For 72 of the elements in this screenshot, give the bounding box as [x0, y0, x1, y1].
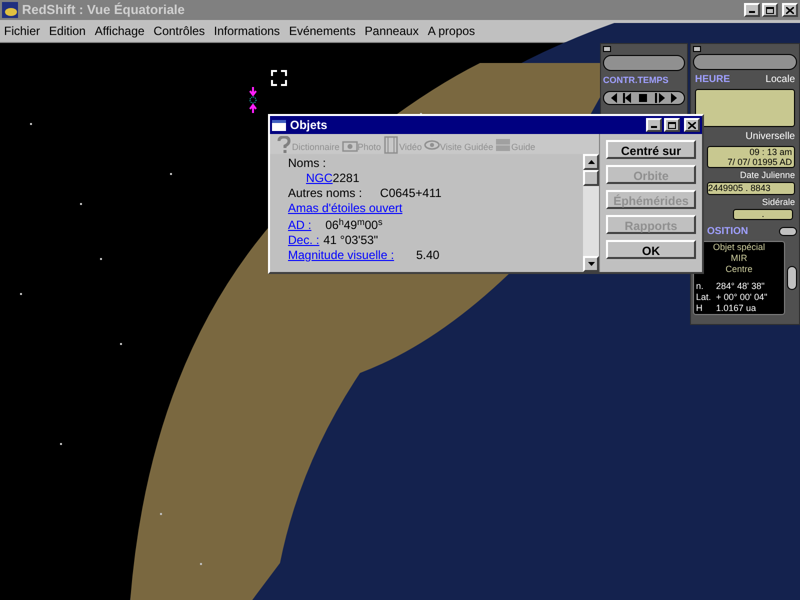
object-type-link[interactable]: Amas d'étoiles ouvert [288, 201, 402, 216]
mode-buttons[interactable] [603, 55, 685, 71]
names-label: Noms : [288, 156, 328, 171]
close-icon [688, 122, 696, 128]
scroll-up-button[interactable] [583, 154, 599, 170]
dec-link[interactable]: Dec. : [288, 233, 320, 248]
dialog-title: Objets [290, 117, 328, 134]
sidereal-label: Sidérale [760, 197, 796, 207]
sidereal-time-display: . [733, 209, 793, 220]
ra-link[interactable]: AD : [288, 218, 312, 233]
panel-title: HEURE [695, 73, 730, 87]
close-icon [786, 6, 794, 14]
coord-label: H [696, 303, 704, 314]
julian-date-display: 2449905 . 8843 [707, 182, 795, 195]
other-names-value: C0645+411 [380, 186, 442, 201]
position-text: Centre [724, 264, 754, 275]
scroll-down-button[interactable] [583, 256, 599, 272]
coord-label: Lat. [696, 292, 712, 303]
local-label: Locale [766, 73, 795, 87]
menu-item[interactable]: Panneaux [364, 22, 419, 40]
catalog-number: 2281 [332, 171, 360, 186]
crosshair-icon [271, 70, 287, 86]
time-text: 09 : 13 am [749, 147, 792, 157]
collapse-button[interactable] [779, 227, 797, 236]
minimize-button[interactable] [744, 3, 760, 17]
ra-value: 06$^{h}$49$^{m}$00$^{s}$ [325, 218, 382, 233]
dialog-button[interactable]: OK [606, 240, 696, 259]
window-title: RedShift : Vue Équatoriale [22, 1, 186, 20]
panel-title: OSITION [706, 225, 748, 239]
up-arrow-icon [588, 160, 594, 164]
playback-controls[interactable] [603, 90, 685, 104]
scroll-buttons[interactable] [787, 266, 797, 290]
close-button[interactable] [684, 118, 700, 132]
panel-handle[interactable] [693, 46, 701, 52]
menu-item[interactable]: Edition [49, 22, 86, 40]
maximize-button[interactable] [664, 118, 680, 132]
position-text: Objet spécial [712, 242, 766, 253]
film-icon [383, 136, 400, 154]
coord-value: + 00° 00' 04" [716, 292, 768, 303]
app-logo-icon [2, 2, 18, 18]
window-icon [272, 120, 286, 130]
other-names-label: Autres noms : [288, 186, 362, 201]
magnitude-value: 5.40 [416, 248, 440, 263]
julian-label: Date Julienne [738, 170, 796, 180]
view-buttons[interactable] [693, 54, 797, 70]
dec-value: 41 °03'53" [323, 233, 378, 248]
playback-icons [609, 92, 679, 102]
menu-item[interactable]: Affichage [94, 22, 145, 40]
time-text: 7/ 07/ 01995 AD [727, 157, 792, 167]
maximize-button[interactable] [762, 3, 778, 17]
coord-value: 1.0167 ua [716, 303, 756, 314]
scroll-thumb[interactable] [583, 170, 599, 186]
satellite-marker-icon [247, 87, 259, 113]
menu-item[interactable]: Fichier [4, 22, 40, 40]
menu-item[interactable]: Evénements [288, 22, 356, 40]
coord-label: n. [696, 281, 705, 292]
close-button[interactable] [782, 3, 798, 17]
minimize-button[interactable] [646, 118, 662, 132]
menu-item[interactable]: A propos [428, 22, 476, 40]
dialog-button[interactable]: Centré sur [606, 140, 696, 159]
panel-title: CONTR.TEMPS [603, 74, 669, 87]
panel-handle[interactable] [603, 46, 611, 52]
menu-item[interactable]: Contrôles [154, 22, 205, 40]
question-mark-icon [276, 136, 292, 154]
position-text: MIR [730, 253, 748, 264]
menu-item[interactable]: Informations [214, 22, 280, 40]
magnitude-link[interactable]: Magnitude visuelle : [288, 248, 394, 263]
scrollbar[interactable] [583, 154, 599, 272]
coord-value: 284° 48' 38" [716, 281, 765, 292]
universal-label: Universelle [744, 130, 796, 144]
down-arrow-icon [588, 262, 594, 266]
catalog-link[interactable]: NGC [306, 171, 333, 186]
